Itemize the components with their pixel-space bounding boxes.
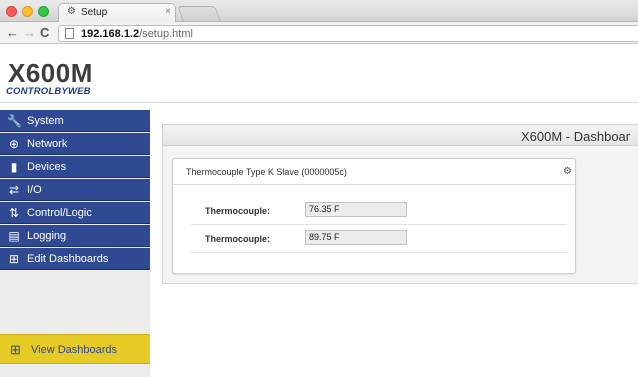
card-header: Thermocouple Type K Slave (0000005c) ⚙: [173, 159, 575, 185]
back-arrow-icon[interactable]: ←: [6, 25, 19, 41]
globe-icon: ⊕: [8, 137, 20, 151]
sidebar-item-control-logic[interactable]: ⇅ Control/Logic: [0, 202, 150, 224]
device-icon: ▮: [10, 160, 18, 174]
setup-favicon-icon: ⚙: [67, 6, 76, 17]
tab-title: Setup: [81, 7, 108, 18]
browser-titlebar: ⚙ Setup ×: [0, 0, 638, 22]
url-text: 192.168.1.2/setup.html: [81, 28, 193, 40]
url-path: /setup.html: [139, 28, 193, 40]
page-icon: [65, 28, 74, 39]
forward-arrow-icon[interactable]: →: [23, 25, 36, 41]
sensor-value: 89.75 F: [305, 230, 407, 245]
sidebar-item-label: Network: [27, 138, 68, 150]
new-tab-button[interactable]: [177, 6, 221, 21]
log-icon: ▤: [8, 229, 20, 243]
sidebar-item-edit-dashboards[interactable]: ⊞ Edit Dashboards: [0, 248, 150, 270]
sidebar-item-devices[interactable]: ▮ Devices: [0, 156, 150, 178]
window-close-button[interactable]: [6, 6, 17, 17]
page-header: [0, 45, 638, 103]
wrench-icon: 🔧: [7, 114, 22, 128]
sensor-row: Thermocouple: 89.75 F: [191, 225, 567, 253]
window-maximize-button[interactable]: [38, 6, 49, 17]
browser-toolbar: ← → C 192.168.1.2/setup.html: [0, 22, 638, 44]
arrows-icon: ⇄: [8, 183, 20, 197]
sidebar-item-io[interactable]: ⇄ I/O: [0, 179, 150, 201]
sensor-value: 76.35 F: [305, 202, 407, 217]
reload-icon[interactable]: C: [40, 25, 49, 41]
logo: X600M: [8, 58, 93, 88]
window-minimize-button[interactable]: [22, 6, 33, 17]
sidebar-item-label: Control/Logic: [27, 207, 92, 219]
sidebar-item-system[interactable]: 🔧 System: [0, 110, 150, 132]
sensor-label: Thermocouple:: [205, 234, 271, 244]
address-bar[interactable]: 192.168.1.2/setup.html: [58, 25, 638, 42]
sidebar-item-view-dashboards[interactable]: ⊞ View Dashboards: [0, 334, 150, 364]
sensor-label: Thermocouple:: [205, 206, 271, 216]
url-host: 192.168.1.2: [81, 28, 140, 40]
sensor-row: Thermocouple: 76.35 F: [191, 197, 567, 225]
browser-tab[interactable]: ⚙ Setup ×: [58, 3, 176, 22]
sidebar-item-label: Logging: [27, 230, 67, 242]
logic-icon: ⇅: [8, 206, 20, 220]
device-card: Thermocouple Type K Slave (0000005c) ⚙ T…: [172, 158, 576, 274]
dashboard-icon: ⊞: [8, 252, 20, 266]
sidebar-item-network[interactable]: ⊕ Network: [0, 133, 150, 155]
dashboard-icon: ⊞: [10, 342, 21, 357]
sidebar-item-label: Devices: [27, 161, 67, 173]
sidebar-item-label: Edit Dashboards: [27, 253, 109, 265]
gear-icon[interactable]: ⚙: [563, 166, 572, 177]
sidebar-item-label: I/O: [27, 184, 42, 196]
logo-subtitle: CONTROLBYWEB: [6, 86, 91, 97]
card-title: Thermocouple Type K Slave (0000005c): [186, 167, 347, 177]
sidebar-item-label: View Dashboards: [31, 344, 118, 356]
page-title: X600M - Dashboar: [521, 129, 631, 144]
sidebar-item-label: System: [27, 115, 64, 127]
tab-close-icon[interactable]: ×: [165, 6, 171, 17]
dashboard-header: X600M - Dashboar: [162, 124, 638, 146]
sidebar-item-logging[interactable]: ▤ Logging: [0, 225, 150, 247]
